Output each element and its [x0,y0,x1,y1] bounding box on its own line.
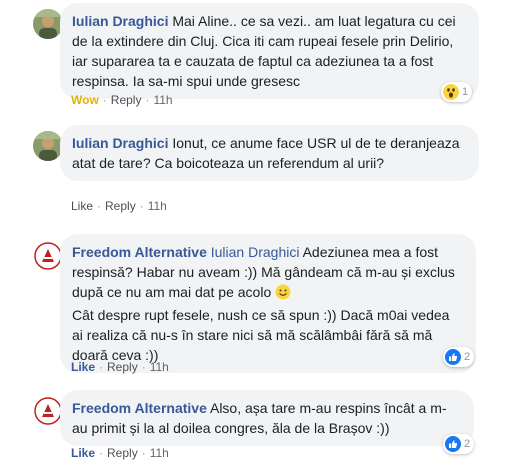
avatar[interactable] [33,396,63,426]
reaction-count-badge[interactable]: 2 [443,347,475,367]
comment-actions: Like · Reply · 11h [71,446,169,460]
organization-logo-icon [33,241,63,271]
comment-time[interactable]: 11h [150,360,169,374]
like-icon [445,349,461,365]
comment-time[interactable]: 11h [153,93,172,107]
comment-actions: Wow · Reply · 11h [71,93,173,107]
avatar[interactable] [33,241,63,271]
profile-photo-icon [33,131,63,161]
reply-button[interactable]: Reply [107,360,138,374]
comment-time[interactable]: 11h [150,446,169,460]
comment-bubble: Iulian Draghici Ionut, ce anume face USR… [60,125,479,181]
profile-photo-icon [33,9,63,39]
comment-bubble: Iulian Draghici Mai Aline.. ce sa vezi..… [60,3,479,99]
reply-button[interactable]: Reply [111,93,142,107]
reaction-count-badge[interactable]: 2 [443,434,475,454]
comment-time[interactable]: 11h [148,199,167,213]
comment-actions: Like · Reply · 11h [71,199,167,213]
smile-emoji-icon [275,284,291,305]
avatar[interactable] [33,131,63,161]
like-button[interactable]: Like [71,199,93,213]
reply-button[interactable]: Reply [105,199,136,213]
comment-text-continued: Cât despre rupt fesele, nush ce să spun … [72,307,450,363]
comment-bubble: Freedom Alternative Also, așa tare m-au … [60,390,474,446]
comment-author[interactable]: Freedom Alternative [72,400,207,416]
like-button[interactable]: Like [71,360,95,374]
comment-author[interactable]: Iulian Draghici [72,135,168,151]
reaction-count-badge[interactable]: 1 [441,82,473,102]
comment-author[interactable]: Iulian Draghici [72,13,168,29]
like-icon [445,436,461,452]
reaction-count: 1 [462,86,469,98]
avatar[interactable] [33,9,63,39]
comment-bubble: Freedom Alternative Iulian Draghici Adez… [60,234,476,373]
mention-tag[interactable]: Iulian Draghici [211,244,300,260]
reply-button[interactable]: Reply [107,446,138,460]
wow-icon [443,84,459,100]
reaction-count: 2 [464,438,471,450]
reaction-button[interactable]: Wow [71,93,99,107]
comment-actions: Like · Reply · 11h [71,360,169,374]
reaction-count: 2 [464,351,471,363]
comment-author[interactable]: Freedom Alternative [72,244,207,260]
organization-logo-icon [33,396,63,426]
like-button[interactable]: Like [71,446,95,460]
